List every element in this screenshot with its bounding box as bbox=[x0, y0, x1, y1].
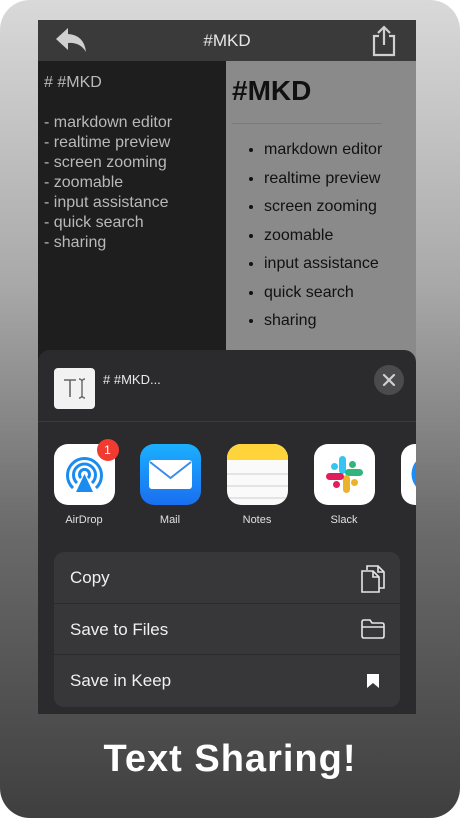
markdown-editor[interactable]: # #MKD - markdown editor - realtime prev… bbox=[38, 61, 226, 381]
document-thumbnail bbox=[54, 368, 95, 409]
folder-icon bbox=[361, 618, 385, 639]
editor-line: - sharing bbox=[44, 234, 107, 251]
copy-icon bbox=[361, 565, 385, 593]
share-sheet: # #MKD... 1 AirDrop Mail Notes Slack Cop… bbox=[38, 350, 416, 714]
preview-list-item: realtime preview bbox=[264, 165, 416, 194]
airdrop-icon: 1 bbox=[53, 439, 119, 505]
navigation-bar: #MKD bbox=[38, 20, 416, 61]
editor-blank-line bbox=[44, 93, 226, 113]
markdown-preview: #MKD markdown editor realtime preview sc… bbox=[226, 61, 416, 381]
action-save-to-files[interactable]: Save to Files bbox=[54, 604, 400, 656]
share-app-messenger[interactable]: Me bbox=[391, 444, 416, 526]
action-label: Copy bbox=[70, 568, 110, 587]
preview-list-item: markdown editor bbox=[264, 136, 416, 165]
editor-line: - markdown editor bbox=[44, 114, 173, 131]
editor-line: - quick search bbox=[44, 214, 144, 231]
preview-heading: #MKD bbox=[232, 75, 382, 124]
slack-icon bbox=[313, 444, 375, 505]
editor-line: - zoomable bbox=[44, 174, 124, 191]
app-screen: #MKD # #MKD - markdown editor - realtime… bbox=[38, 20, 416, 714]
share-actions-list: Copy Save to Files Save in Keep bbox=[54, 552, 400, 707]
share-app-label: Notes bbox=[242, 514, 272, 526]
preview-list: markdown editor realtime preview screen … bbox=[264, 136, 416, 336]
share-app-airdrop[interactable]: 1 AirDrop bbox=[44, 439, 124, 526]
editor-line: - realtime preview bbox=[44, 134, 171, 151]
preview-list-item: quick search bbox=[264, 279, 416, 308]
action-label: Save to Files bbox=[70, 619, 169, 639]
preview-list-item: sharing bbox=[264, 307, 416, 336]
share-app-label: Me bbox=[391, 514, 416, 526]
share-icon[interactable] bbox=[370, 24, 398, 57]
share-app-label: AirDrop bbox=[65, 514, 103, 526]
close-icon bbox=[382, 373, 396, 387]
notification-badge: 1 bbox=[96, 439, 119, 461]
action-copy[interactable]: Copy bbox=[54, 552, 400, 604]
notes-icon bbox=[226, 444, 288, 505]
close-button[interactable] bbox=[374, 365, 404, 395]
mail-icon bbox=[139, 444, 201, 505]
nav-title: #MKD bbox=[203, 31, 251, 50]
text-cursor-icon bbox=[64, 378, 86, 399]
action-save-in-keep[interactable]: Save in Keep bbox=[54, 655, 400, 707]
promo-caption: Text Sharing! bbox=[103, 738, 357, 780]
messenger-icon bbox=[400, 444, 416, 505]
share-app-notes[interactable]: Notes bbox=[217, 444, 297, 526]
editor-line: - input assistance bbox=[44, 194, 169, 211]
action-label: Save in Keep bbox=[70, 671, 172, 691]
share-apps-row: 1 AirDrop Mail Notes Slack bbox=[38, 439, 416, 534]
editor-line: - screen zooming bbox=[44, 154, 167, 171]
preview-list-item: zoomable bbox=[264, 222, 416, 251]
editor-line: # #MKD bbox=[44, 74, 102, 91]
share-sheet-title: # #MKD... bbox=[103, 372, 161, 387]
share-app-label: Mail bbox=[159, 514, 181, 526]
preview-list-item: screen zooming bbox=[264, 193, 416, 222]
share-sheet-header: # #MKD... bbox=[38, 350, 416, 422]
share-app-label: Slack bbox=[330, 514, 358, 526]
bookmark-icon bbox=[367, 674, 379, 689]
preview-list-item: input assistance bbox=[264, 250, 416, 279]
share-app-mail[interactable]: Mail bbox=[130, 444, 210, 526]
share-app-slack[interactable]: Slack bbox=[304, 444, 384, 526]
